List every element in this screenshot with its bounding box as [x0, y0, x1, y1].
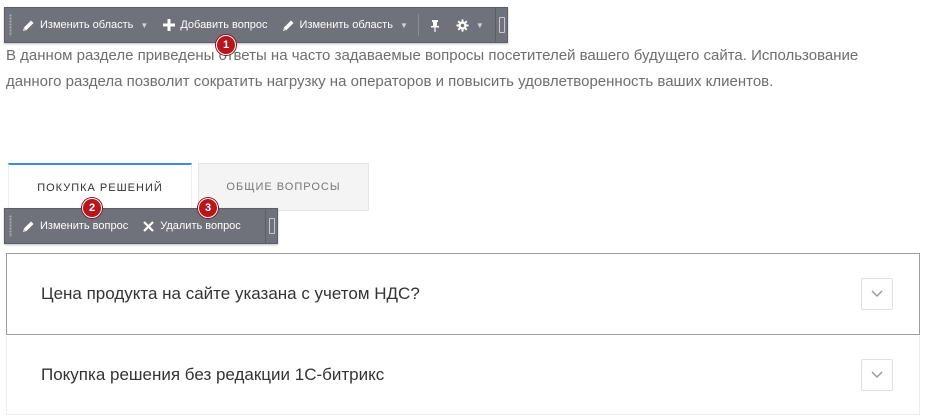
- item-edit-toolbar: Изменить вопрос Удалить вопрос: [4, 208, 278, 244]
- expand-button[interactable]: [861, 278, 893, 310]
- toolbar-divider: [417, 14, 419, 36]
- edit-question-button[interactable]: Изменить вопрос: [15, 209, 135, 243]
- edit-question-label: Изменить вопрос: [40, 220, 129, 232]
- plus-icon: [162, 19, 175, 32]
- area-edit-toolbar: Изменить область ▼ Добавить вопрос Измен…: [4, 7, 508, 43]
- edit-area-button-1[interactable]: Изменить область ▼: [15, 8, 155, 42]
- pin-button[interactable]: [422, 8, 449, 42]
- faq-page: В данном разделе приведены ответы на час…: [0, 0, 927, 418]
- gear-icon: [456, 18, 469, 32]
- close-icon: [142, 220, 155, 233]
- pin-icon: [429, 19, 442, 32]
- chevron-down-icon: ▼: [475, 20, 484, 30]
- add-question-label: Добавить вопрос: [180, 19, 268, 31]
- edit-area-button-2[interactable]: Изменить область ▼: [275, 8, 415, 42]
- toolbar-drag-handle[interactable]: [5, 209, 15, 243]
- pencil-icon: [282, 19, 295, 32]
- delete-question-button[interactable]: Удалить вопрос: [135, 209, 248, 243]
- pencil-icon: [22, 220, 35, 233]
- settings-button[interactable]: ▼: [449, 8, 491, 42]
- intro-paragraph: В данном разделе приведены ответы на час…: [6, 47, 859, 90]
- edit-area-label-2: Изменить область: [299, 19, 393, 31]
- step-badge-2: 2: [82, 198, 102, 218]
- chevron-down-icon: [871, 290, 883, 298]
- tab-general-questions[interactable]: ОБЩИЕ ВОПРОСЫ: [198, 163, 369, 211]
- toolbar-drag-handle[interactable]: [5, 8, 15, 42]
- step-badge-1: 1: [216, 35, 236, 55]
- faq-question: Покупка решения без редакции 1С-битрикс: [41, 365, 385, 384]
- chevron-down-icon: ▼: [140, 20, 149, 30]
- chevron-down-icon: ▼: [399, 20, 408, 30]
- toolbar-collapse-handle[interactable]: [265, 209, 277, 243]
- chevron-down-icon: [871, 371, 883, 379]
- pencil-icon: [22, 19, 35, 32]
- expand-button[interactable]: [861, 359, 893, 391]
- delete-question-label: Удалить вопрос: [160, 220, 241, 232]
- faq-question: Цена продукта на сайте указана с учетом …: [41, 284, 420, 303]
- step-badge-3: 3: [198, 198, 218, 218]
- faq-item[interactable]: Покупка решения без редакции 1С-битрикс: [6, 336, 920, 415]
- faq-item[interactable]: Цена продукта на сайте указана с учетом …: [6, 253, 920, 335]
- toolbar-collapse-handle[interactable]: [495, 8, 507, 42]
- edit-area-label-1: Изменить область: [40, 19, 134, 31]
- add-question-button[interactable]: Добавить вопрос: [155, 8, 274, 42]
